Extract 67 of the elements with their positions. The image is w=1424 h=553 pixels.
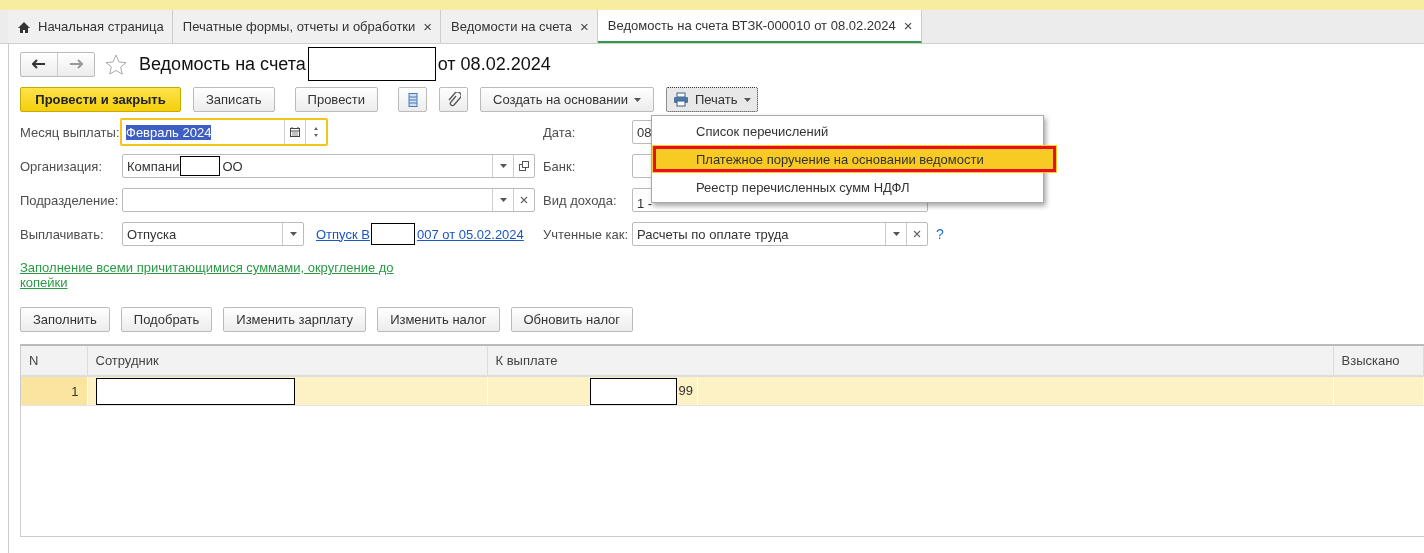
dropdown-icon: [289, 232, 297, 236]
input-field[interactable]: Расчеты по оплате труда: [632, 222, 928, 246]
column-header[interactable]: N: [21, 346, 87, 376]
star-icon[interactable]: [105, 53, 127, 75]
caret-icon: [743, 97, 751, 102]
redaction-box: [370, 223, 415, 245]
field-label: Банк:: [543, 158, 577, 174]
dropdown-icon: [499, 198, 507, 202]
redaction-box: [180, 156, 221, 176]
table-toolbar-button[interactable]: Изменить зарплату: [223, 307, 367, 332]
caret-icon: [633, 97, 641, 102]
document-link[interactable]: Отпуск В 007 от 05.02.2024: [316, 223, 524, 245]
field-label: Месяц выплаты:: [20, 124, 121, 140]
form-title: Ведомость на счета: [139, 53, 306, 75]
create-based-on-button[interactable]: Создать на основании: [480, 87, 654, 112]
tab[interactable]: Ведомость на счета ВТЗК-000010 от 08.02.2024 ×: [597, 10, 922, 43]
field-label: Учтенные как:: [543, 226, 630, 242]
paperclip-icon: [446, 92, 462, 107]
table-toolbar-button[interactable]: Обновить налог: [510, 307, 634, 332]
input-field[interactable]: Компани ОО: [122, 154, 535, 178]
clear-icon: [520, 196, 528, 204]
field-label: Выплачивать:: [20, 226, 105, 242]
field-label: Дата:: [543, 124, 577, 140]
navigation-buttons[interactable]: [20, 51, 95, 77]
amount-cell: 99: [678, 377, 698, 405]
open-window-icon: [519, 161, 529, 171]
dropdown-icon: [499, 164, 507, 168]
list-button[interactable]: [398, 87, 428, 112]
dropdown-icon: [892, 232, 900, 236]
attach-button[interactable]: [439, 87, 469, 112]
column-header[interactable]: Взыскано: [1333, 346, 1424, 376]
input-field[interactable]: Отпуска: [122, 222, 304, 246]
column-header[interactable]: К выплате: [487, 346, 1333, 376]
menu-item[interactable]: Реестр перечисленных сумм НДФЛ: [652, 173, 1043, 201]
table-toolbar-button[interactable]: Изменить налог: [377, 307, 500, 332]
clear-icon: [913, 230, 921, 238]
menu-item[interactable]: Список перечислений: [652, 117, 1043, 145]
spinner-icon: [313, 126, 319, 138]
table-toolbar-button[interactable]: Подобрать: [120, 307, 213, 332]
document-list-icon: [407, 92, 418, 107]
forward-arrow-icon: [69, 59, 83, 69]
toolbar-button[interactable]: Записать: [193, 87, 275, 112]
input-field[interactable]: Февраль 2024: [120, 118, 328, 146]
tab[interactable]: Печатные формы, отчеты и обработки ×: [172, 10, 442, 43]
menu-item[interactable]: Платежное поручение на основании ведомости: [652, 145, 1057, 173]
calendar-icon: [290, 127, 300, 137]
back-arrow-icon: [32, 59, 46, 69]
home-icon: [18, 20, 30, 33]
input-field[interactable]: [122, 188, 535, 212]
post-and-close-button[interactable]: Провести и закрыть: [20, 87, 181, 112]
close-icon[interactable]: ×: [903, 17, 913, 34]
printer-icon: [672, 92, 689, 107]
row-number: 1: [21, 376, 87, 406]
table-toolbar-button[interactable]: Заполнить: [20, 307, 110, 332]
field-label: Организация:: [20, 158, 104, 174]
fill-mode-link[interactable]: Заполнение всеми причитающимися суммами, округление до копейки: [20, 260, 410, 290]
tab[interactable]: Ведомости на счета ×: [441, 10, 598, 43]
close-icon[interactable]: ×: [580, 18, 589, 35]
print-button[interactable]: Печать: [665, 87, 758, 112]
tab[interactable]: Начальная страница: [8, 10, 173, 43]
field-label: Подразделение:: [20, 192, 120, 208]
form-title-date: от 08.02.2024: [437, 53, 551, 75]
close-icon[interactable]: ×: [423, 18, 433, 35]
column-header[interactable]: Сотрудник: [87, 346, 487, 376]
help-link[interactable]: ?: [936, 226, 944, 242]
toolbar-button[interactable]: Провести: [294, 87, 379, 112]
field-label: Вид дохода:: [543, 192, 618, 208]
